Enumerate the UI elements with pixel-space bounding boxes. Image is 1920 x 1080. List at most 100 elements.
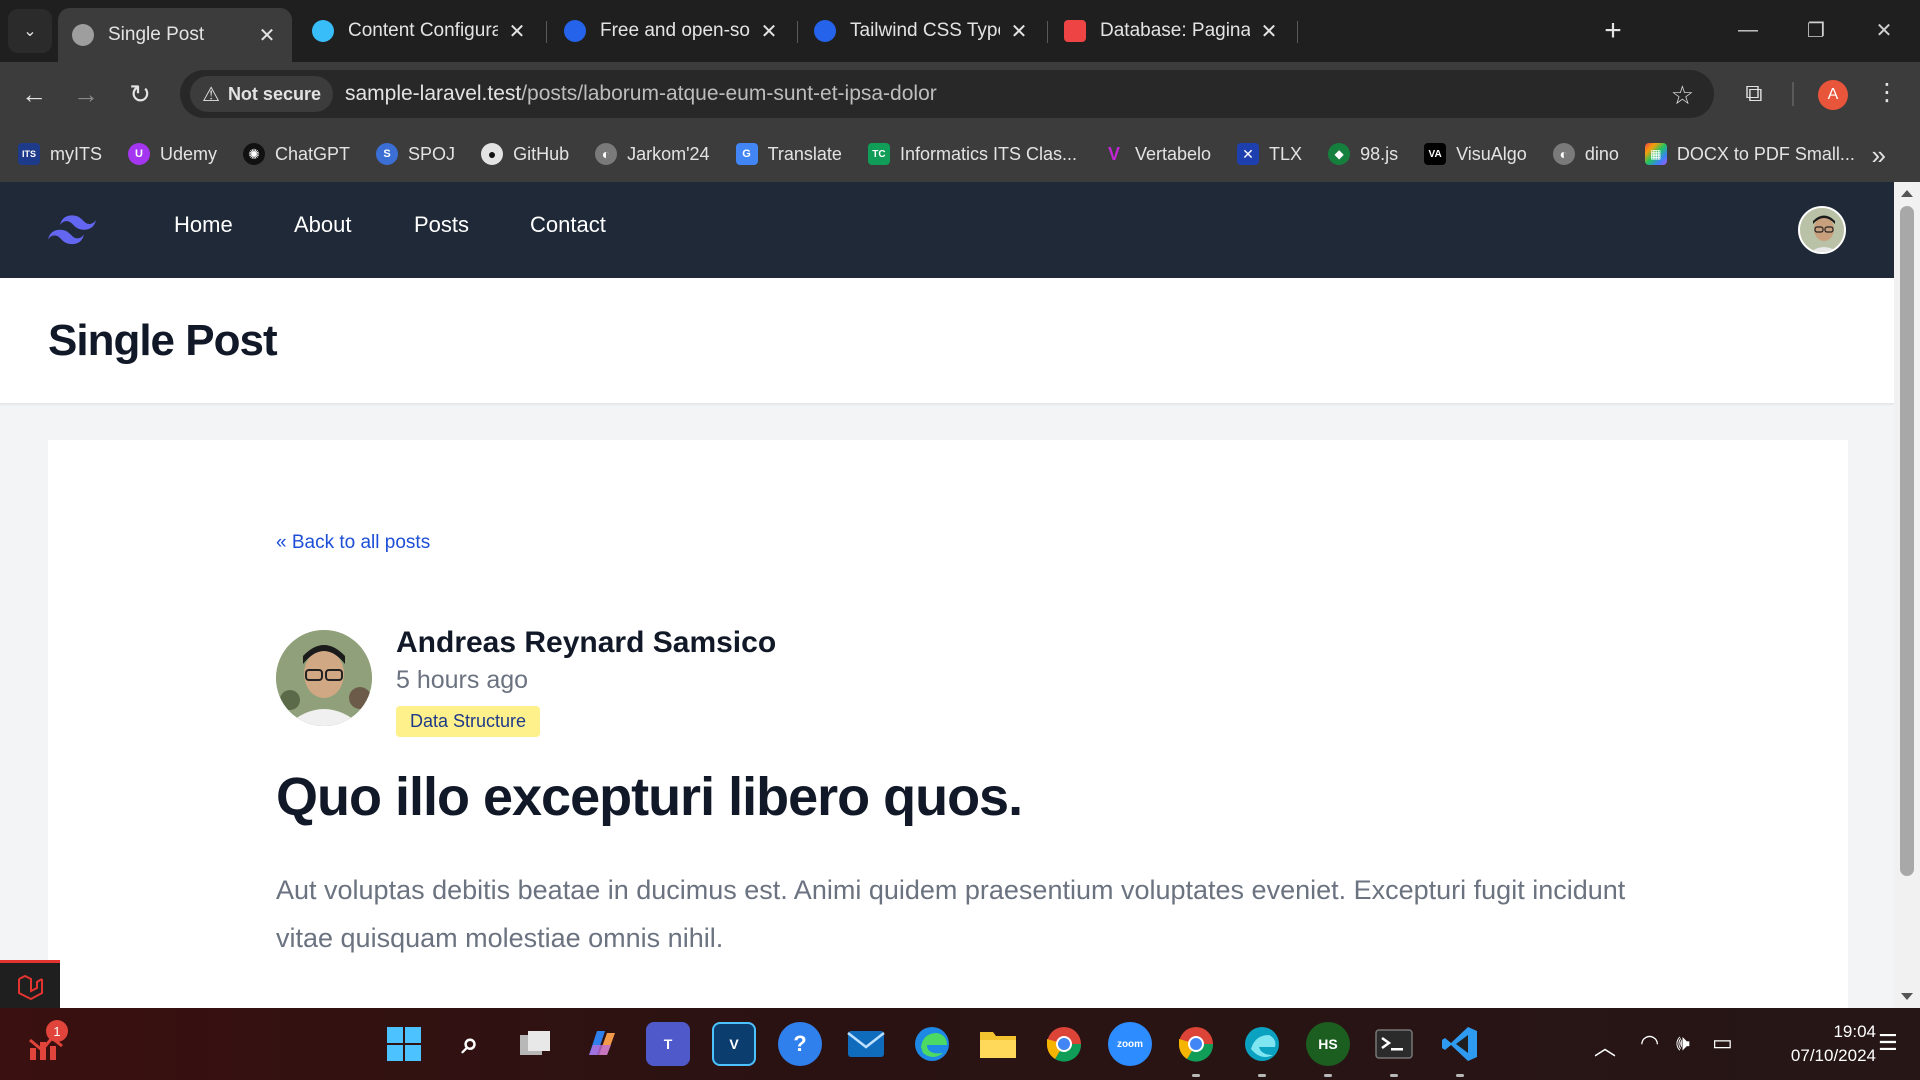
wifi-icon[interactable]: ◠ [1640, 1030, 1659, 1056]
windows-taskbar: 1 ⌕ T V ? zoom HS ︿ ◠ 🕪 ▭ 19:04 07/10/20… [0, 1008, 1920, 1080]
zoom-icon[interactable]: zoom [1108, 1022, 1152, 1066]
scroll-down-icon[interactable] [1901, 993, 1913, 1000]
tab-separator [1047, 21, 1048, 43]
arrow-right-icon: → [73, 78, 99, 109]
task-view-icon[interactable] [514, 1022, 558, 1066]
close-icon[interactable]: ✕ [1008, 20, 1030, 43]
visual-paradigm-icon[interactable]: V [712, 1022, 756, 1066]
tips-icon[interactable]: ? [778, 1022, 822, 1066]
classroom-icon: TC [867, 143, 890, 165]
system-clock[interactable]: 19:04 07/10/2024 [1746, 1020, 1876, 1068]
back-button[interactable]: ← [14, 74, 54, 114]
copilot-icon[interactable] [580, 1022, 624, 1066]
chrome-icon[interactable] [1042, 1022, 1086, 1066]
search-icon[interactable]: ⌕ [448, 1022, 492, 1066]
bookmark-98js[interactable]: ◆ 98.js [1328, 143, 1398, 165]
tab-tailwind-typography[interactable]: Tailwind CSS Typography ✕ [800, 8, 1044, 54]
bookmark-udemy[interactable]: U Udemy [128, 143, 217, 165]
laravel-debugbar-button[interactable] [0, 960, 60, 1008]
tailwind-logo-icon[interactable] [48, 210, 96, 250]
notification-bell-icon[interactable]: ☰ [1878, 1030, 1898, 1056]
bookmark-jarkom[interactable]: ◐ Jarkom'24 [595, 143, 710, 165]
bookmark-translate[interactable]: G Translate [735, 143, 842, 165]
chrome-profile-icon[interactable] [1174, 1022, 1218, 1066]
forward-button[interactable]: → [66, 74, 106, 114]
browser-menu-icon[interactable]: ⋮ [1872, 78, 1902, 107]
vertabelo-icon: V [1107, 143, 1120, 164]
close-icon[interactable]: ✕ [256, 24, 278, 47]
edge-icon[interactable] [910, 1022, 954, 1066]
new-tab-button[interactable]: + [1596, 14, 1630, 48]
url-text[interactable]: sample-laravel.test/posts/laborum-atque-… [345, 82, 937, 106]
volume-icon[interactable]: 🕪 [1676, 1030, 1690, 1056]
nav-contact-link[interactable]: Contact [530, 212, 606, 238]
extensions-icon[interactable]: ⧉ [1738, 78, 1770, 110]
user-avatar[interactable] [1798, 206, 1846, 254]
bookmark-star-icon[interactable]: ☆ [1671, 80, 1694, 111]
tab-database-pagination[interactable]: Database: Pagination - La ✕ [1050, 8, 1294, 54]
tab-title: Single Post [108, 24, 205, 45]
vscode-icon[interactable] [1438, 1022, 1482, 1066]
scroll-up-icon[interactable] [1901, 190, 1913, 197]
close-window-button[interactable]: ✕ [1854, 8, 1914, 52]
running-indicator [1192, 1074, 1200, 1077]
tab-free-open-source[interactable]: Free and open-source SV ✕ [550, 8, 794, 54]
teams-icon[interactable]: T [646, 1022, 690, 1066]
url-host: sample-laravel.test [344, 82, 522, 105]
chevron-up-icon[interactable]: ︿ [1594, 1030, 1616, 1062]
scroll-thumb[interactable] [1900, 206, 1914, 876]
restore-button[interactable]: ❐ [1786, 8, 1846, 52]
bookmark-vertabelo[interactable]: V Vertabelo [1103, 143, 1211, 165]
globe-icon: ◐ [1552, 143, 1575, 165]
tab-content-configuration[interactable]: Content Configuration - ✕ [298, 8, 542, 54]
bookmark-github[interactable]: ● GitHub [481, 143, 569, 165]
tab-separator [1297, 21, 1298, 43]
bookmark-label: Udemy [160, 143, 218, 164]
chevron-double-right-icon[interactable]: » [1872, 140, 1886, 171]
minimize-icon: — [1738, 18, 1758, 41]
category-badge[interactable]: Data Structure [396, 706, 541, 737]
mail-icon[interactable] [844, 1022, 888, 1066]
terminal-icon[interactable] [1372, 1022, 1416, 1066]
bookmark-chatgpt[interactable]: ✺ ChatGPT [243, 143, 350, 165]
bookmarks-bar: ITS myITS U Udemy ✺ ChatGPT S SPOJ ● Git… [0, 126, 1920, 182]
battery-icon[interactable]: ▭ [1712, 1030, 1733, 1056]
tab-title: Free and open-source SV [600, 20, 750, 41]
edge-dev-icon[interactable] [1240, 1022, 1284, 1066]
minimize-button[interactable]: — [1718, 8, 1778, 52]
reload-button[interactable]: ↻ [120, 74, 160, 114]
author-name: Andreas Reynard Samsico [396, 626, 777, 659]
bookmark-myits[interactable]: ITS myITS [18, 143, 102, 165]
site-navbar: Home About Posts Contact [0, 182, 1894, 278]
back-to-posts-link[interactable]: « Back to all posts [276, 532, 430, 554]
laravel-icon [1064, 20, 1086, 42]
security-indicator[interactable]: ⚠ Not secure [190, 76, 333, 112]
close-icon[interactable]: ✕ [506, 20, 528, 43]
author-avatar [276, 630, 372, 726]
laravel-icon [18, 974, 43, 1000]
bookmark-dino[interactable]: ◐ dino [1552, 143, 1619, 165]
bookmark-visualgo[interactable]: VA VisuAlgo [1424, 143, 1527, 165]
address-bar[interactable]: ⚠ Not secure sample-laravel.test/posts/l… [180, 70, 1714, 118]
file-explorer-icon[interactable] [976, 1022, 1020, 1066]
close-icon[interactable]: ✕ [758, 20, 780, 43]
bookmark-docx-to-pdf[interactable]: ▦ DOCX to PDF Small... [1644, 143, 1855, 165]
running-indicator [1324, 1074, 1332, 1077]
close-icon[interactable]: ✕ [1258, 20, 1280, 43]
page-scrollbar[interactable] [1894, 182, 1920, 1008]
windows-start-icon[interactable] [382, 1022, 426, 1066]
bookmark-spoj[interactable]: S SPOJ [376, 143, 455, 165]
bookmark-label: ChatGPT [275, 143, 351, 164]
nav-posts-link[interactable]: Posts [414, 212, 469, 238]
tab-search-button[interactable]: ⌄ [8, 9, 52, 53]
post-card: « Back to all posts Andreas Reynard Sams… [48, 440, 1848, 1008]
nav-home-link[interactable]: Home [174, 212, 233, 238]
tab-single-post[interactable]: Single Post ✕ [58, 8, 292, 62]
nav-about-link[interactable]: About [294, 212, 352, 238]
bookmark-informatics[interactable]: TC Informatics ITS Clas... [867, 143, 1077, 165]
bookmark-label: SPOJ [408, 143, 456, 164]
bookmark-tlx[interactable]: ✕ TLX [1237, 143, 1302, 165]
profile-avatar[interactable]: A [1818, 80, 1848, 110]
hackerspace-icon[interactable]: HS [1306, 1022, 1350, 1066]
bookmark-label: Informatics ITS Clas... [899, 143, 1077, 164]
